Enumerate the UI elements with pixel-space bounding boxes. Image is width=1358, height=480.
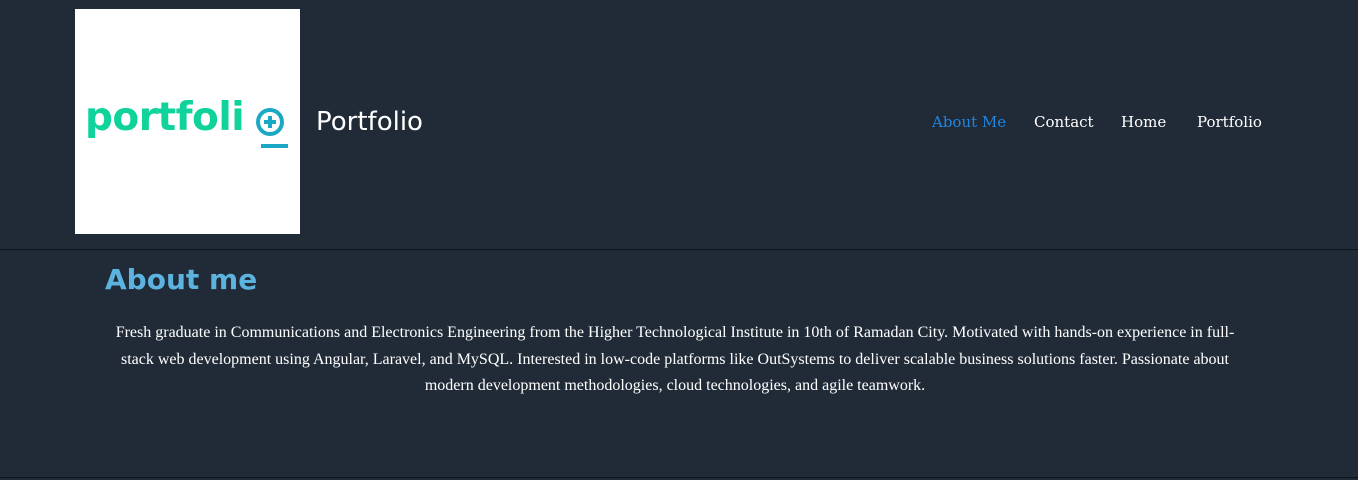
logo[interactable]: portfoli (75, 9, 300, 234)
plus-circle-icon (256, 108, 284, 136)
logo-underline (261, 144, 288, 148)
nav-item-about-me[interactable]: About Me (932, 111, 1006, 133)
nav-item-portfolio[interactable]: Portfolio (1197, 111, 1262, 133)
about-title: About me (105, 263, 258, 296)
site-title[interactable]: Portfolio (316, 106, 423, 138)
logo-text: portfoli (85, 95, 245, 140)
nav-item-contact[interactable]: Contact (1034, 111, 1094, 133)
site-header: portfoli Portfolio About Me Contact Home… (0, 0, 1358, 250)
section-divider (0, 477, 1358, 478)
nav-item-home[interactable]: Home (1121, 111, 1166, 133)
about-text: Fresh graduate in Communications and Ele… (115, 324, 1235, 394)
